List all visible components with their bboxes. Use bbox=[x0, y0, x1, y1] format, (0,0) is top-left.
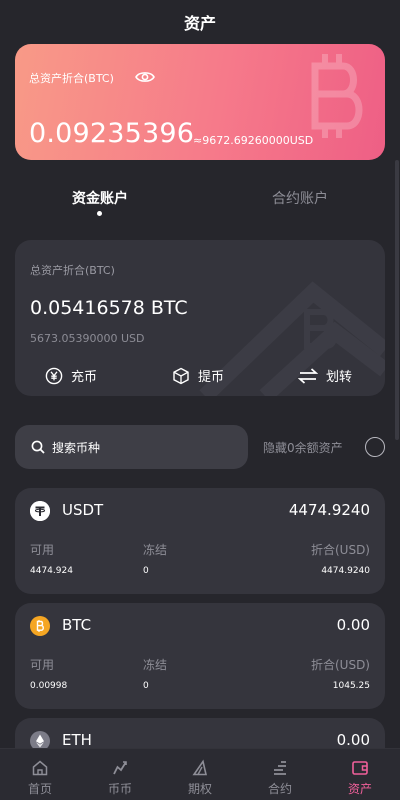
coin-name: USDT bbox=[62, 501, 104, 519]
options-icon bbox=[192, 759, 208, 776]
total-assets-label: 总资产折合(BTC) bbox=[29, 72, 114, 85]
nav-assets-label: 资产 bbox=[347, 782, 372, 796]
converted-value: 4474.9240 bbox=[321, 566, 370, 576]
transfer-arrows-icon bbox=[298, 367, 318, 384]
withdraw-button[interactable]: 提币 bbox=[172, 366, 224, 385]
nav-home-label: 首页 bbox=[27, 782, 52, 796]
asset-card-usdt[interactable]: USDT 4474.9240 可用 冻结 折合(USD) 4474.924 0 … bbox=[15, 488, 385, 594]
frozen-label: 冻结 bbox=[143, 658, 168, 672]
frozen-value: 0 bbox=[143, 681, 149, 691]
total-btc-value: 0.09235396 bbox=[29, 118, 195, 149]
nav-contract[interactable]: 合约 bbox=[240, 749, 320, 800]
converted-label: 折合(USD) bbox=[310, 658, 370, 672]
chart-icon bbox=[113, 761, 127, 775]
total-usd-value: ≈9672.69260000USD bbox=[193, 134, 314, 147]
account-btc-value: 0.05416578 BTC bbox=[30, 297, 188, 319]
search-input[interactable]: 搜索币种 bbox=[15, 425, 248, 469]
nav-spot-label: 币币 bbox=[107, 782, 132, 796]
account-usd-value: 5673.05390000 USD bbox=[30, 332, 145, 345]
hide-zero-balance-toggle[interactable] bbox=[365, 437, 385, 457]
page-title: 资产 bbox=[183, 14, 216, 33]
nav-spot[interactable]: 币币 bbox=[80, 749, 160, 800]
hide-zero-balance-label: 隐藏0余额资产 bbox=[263, 441, 343, 455]
converted-label: 折合(USD) bbox=[310, 543, 370, 557]
account-assets-label: 总资产折合(BTC) bbox=[30, 264, 115, 277]
asset-card-btc[interactable]: BTC 0.00 可用 冻结 折合(USD) 0.00998 0 1045.25 bbox=[15, 603, 385, 709]
home-icon bbox=[32, 760, 48, 776]
nav-options-label: 期权 bbox=[187, 782, 212, 796]
deposit-button[interactable]: 充币 bbox=[45, 366, 97, 385]
assets-screen: 资产 总资产折合(BTC) 0.09235396 ≈9672.69260000U… bbox=[0, 0, 400, 800]
nav-assets[interactable]: 资产 bbox=[320, 749, 400, 800]
coin-total: 0.00 bbox=[336, 616, 370, 634]
search-placeholder: 搜索币种 bbox=[52, 440, 101, 455]
bitcoin-watermark-icon bbox=[311, 54, 363, 138]
withdraw-label: 提币 bbox=[198, 370, 225, 385]
converted-value: 1045.25 bbox=[332, 681, 370, 691]
contract-icon bbox=[274, 761, 286, 775]
available-value: 0.00998 bbox=[30, 681, 68, 691]
frozen-label: 冻结 bbox=[143, 543, 168, 557]
account-actions: 充币 提币 划转 bbox=[15, 366, 385, 388]
eye-icon[interactable] bbox=[135, 70, 155, 84]
frozen-value: 0 bbox=[143, 566, 149, 576]
bottom-navigation: 首页 币币 期权 合约 资产 bbox=[0, 748, 400, 800]
header: 资产 bbox=[0, 0, 400, 44]
deposit-label: 充币 bbox=[71, 370, 98, 385]
coin-total: 4474.9240 bbox=[288, 501, 370, 519]
total-assets-card: 总资产折合(BTC) 0.09235396 ≈9672.69260000USD bbox=[15, 44, 385, 160]
tab-funds-account[interactable]: 资金账户 bbox=[72, 188, 128, 208]
search-icon bbox=[31, 440, 45, 454]
funds-account-card: 总资产折合(BTC) 0.05416578 BTC 5673.05390000 … bbox=[15, 240, 385, 396]
coin-name: ETH bbox=[62, 731, 92, 749]
yuan-coin-icon bbox=[45, 367, 63, 384]
btc-icon bbox=[30, 616, 50, 636]
available-label: 可用 bbox=[30, 658, 55, 672]
available-label: 可用 bbox=[30, 543, 55, 557]
transfer-label: 划转 bbox=[326, 370, 353, 385]
nav-options[interactable]: 期权 bbox=[160, 749, 240, 800]
coin-name: BTC bbox=[62, 616, 92, 634]
tab-contract-account[interactable]: 合约账户 bbox=[272, 188, 328, 208]
account-tabs: 资金账户 合约账户 bbox=[0, 180, 400, 220]
coin-total: 0.00 bbox=[336, 731, 370, 749]
transfer-button[interactable]: 划转 bbox=[298, 366, 352, 385]
usdt-icon bbox=[30, 501, 50, 521]
cube-icon bbox=[173, 367, 189, 384]
wallet-icon bbox=[352, 761, 368, 775]
available-value: 4474.924 bbox=[30, 566, 73, 576]
active-tab-indicator bbox=[97, 211, 102, 216]
nav-home[interactable]: 首页 bbox=[0, 749, 80, 800]
nav-contract-label: 合约 bbox=[267, 782, 292, 796]
